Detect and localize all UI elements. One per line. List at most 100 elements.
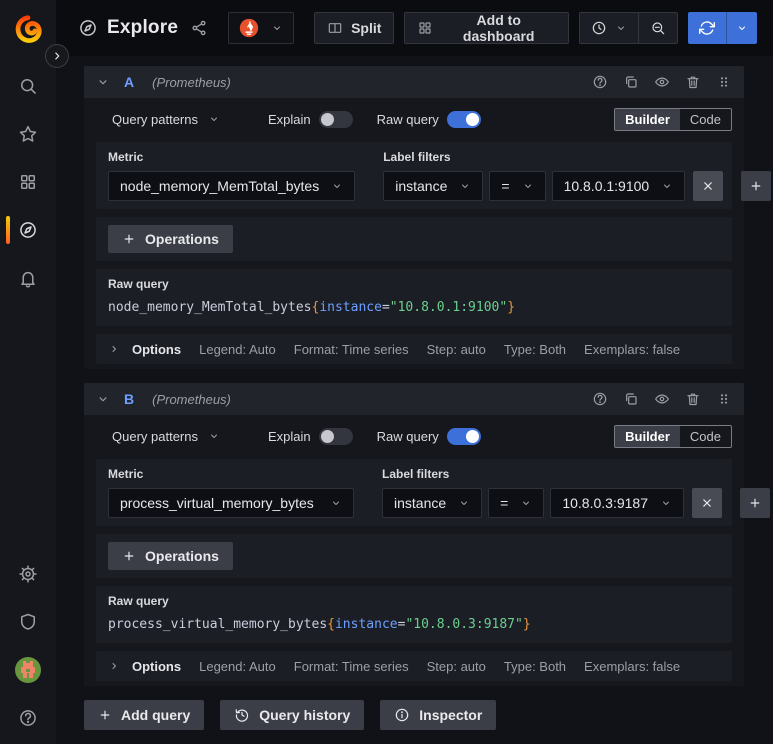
share-icon[interactable] — [190, 19, 208, 37]
collapse-chevron-icon[interactable] — [96, 75, 110, 89]
zoom-out-button[interactable] — [638, 13, 677, 43]
code-mode-option[interactable]: Code — [680, 109, 731, 130]
query-patterns-dropdown[interactable]: Query patterns — [112, 112, 220, 127]
inspector-button[interactable]: Inspector — [380, 700, 497, 730]
add-query-button[interactable]: Add query — [84, 700, 205, 730]
add-operation-button[interactable]: Operations — [108, 225, 233, 253]
filter-operator-select[interactable]: = — [489, 171, 546, 201]
options-row[interactable]: Options Legend: Auto Format: Time series… — [96, 651, 732, 681]
raw-query-toggle[interactable] — [446, 427, 481, 445]
filter-value-select[interactable]: 10.8.0.3:9187 — [550, 488, 684, 518]
raw-query-card: Raw query node_memory_MemTotal_bytes{ins… — [96, 269, 732, 326]
drag-handle-icon[interactable] — [716, 391, 732, 407]
remove-filter-button[interactable] — [693, 171, 724, 201]
chevron-down-icon — [736, 22, 748, 34]
chevron-down-icon — [208, 430, 220, 442]
sidebar-item-alerting[interactable] — [0, 262, 56, 294]
help-icon[interactable] — [592, 391, 608, 407]
chevron-right-icon — [108, 343, 120, 355]
raw-query-toggle-group: Raw query — [377, 427, 481, 445]
options-row[interactable]: Options Legend: Auto Format: Time series… — [96, 334, 732, 364]
add-filter-button[interactable] — [739, 488, 770, 518]
trash-icon[interactable] — [685, 391, 701, 407]
label-filter-row: instance = 10.8.0.1:9100 — [383, 171, 772, 201]
chevron-down-icon — [331, 180, 343, 192]
main-area: Explore Split Add to dashboard A (Promet… — [56, 0, 773, 744]
query-toolbar: Query patterns Explain Raw query Builder… — [96, 423, 732, 449]
grafana-explore-app: Explore Split Add to dashboard A (Promet… — [0, 0, 773, 744]
explain-toggle[interactable] — [318, 427, 353, 445]
split-button[interactable]: Split — [314, 12, 395, 44]
gear-icon — [18, 564, 38, 584]
split-label: Split — [351, 20, 382, 36]
sidebar-item-profile[interactable] — [0, 654, 56, 686]
duplicate-query-icon[interactable] — [623, 391, 639, 407]
query-history-button[interactable]: Query history — [220, 700, 365, 730]
sidebar-item-dashboards[interactable] — [0, 166, 56, 198]
dashboard-grid-icon — [417, 20, 433, 36]
explain-toggle[interactable] — [318, 110, 353, 128]
sidebar-expand-button[interactable] — [45, 44, 69, 68]
query-patterns-dropdown[interactable]: Query patterns — [112, 429, 220, 444]
help-icon[interactable] — [592, 74, 608, 90]
code-label-value: "10.8.0.3:9187" — [405, 617, 523, 632]
operations-card: Operations — [96, 534, 732, 578]
raw-query-toggle[interactable] — [446, 110, 481, 128]
sidebar-item-search[interactable] — [0, 70, 56, 102]
editor-mode-toggle: Builder Code — [614, 424, 732, 448]
sidebar-item-explore[interactable] — [0, 214, 56, 246]
option-step: Step: auto — [426, 341, 486, 357]
filter-value-select[interactable]: 10.8.0.1:9100 — [551, 171, 686, 201]
code-mode-option[interactable]: Code — [680, 426, 731, 447]
run-query-button[interactable] — [688, 12, 726, 44]
sidebar-item-admin[interactable] — [0, 606, 56, 638]
remove-filter-button[interactable] — [691, 488, 722, 518]
split-panes-icon — [327, 20, 343, 36]
datasource-picker[interactable] — [228, 12, 295, 44]
option-exemplars: Exemplars: false — [584, 658, 681, 674]
filter-key-select[interactable]: instance — [383, 171, 484, 201]
operations-label: Operations — [145, 231, 219, 247]
chevron-down-icon — [661, 180, 673, 192]
sidebar-item-configuration[interactable] — [0, 558, 56, 590]
label-filter-row: instance = 10.8.0.3:9187 — [382, 488, 770, 518]
sidebar-item-starred[interactable] — [0, 118, 56, 150]
collapse-chevron-icon[interactable] — [96, 392, 110, 406]
query-header[interactable]: B (Prometheus) — [84, 383, 744, 415]
chevron-down-icon — [208, 113, 220, 125]
chevron-down-icon — [330, 497, 342, 509]
page-title: Explore — [107, 17, 179, 38]
filter-key-select[interactable]: instance — [382, 488, 483, 518]
add-to-dashboard-button[interactable]: Add to dashboard — [404, 12, 569, 44]
eye-icon[interactable] — [654, 74, 670, 90]
filter-key-value: instance — [394, 495, 447, 511]
raw-query-text: process_virtual_memory_bytes{instance="1… — [108, 615, 720, 635]
builder-mode-option[interactable]: Builder — [615, 425, 680, 447]
filter-operator-select[interactable]: = — [488, 488, 545, 518]
zoom-out-icon — [650, 20, 666, 36]
add-operation-button[interactable]: Operations — [108, 542, 233, 570]
grafana-logo-icon[interactable] — [13, 14, 43, 44]
eye-icon[interactable] — [654, 391, 670, 407]
add-filter-button[interactable] — [741, 171, 772, 201]
explain-label: Explain — [268, 111, 311, 127]
refresh-interval-dropdown[interactable] — [726, 12, 757, 44]
query-datasource-hint: (Prometheus) — [152, 391, 231, 407]
trash-icon[interactable] — [685, 74, 701, 90]
explore-content: A (Prometheus) Query patterns Explain Ra… — [56, 56, 773, 730]
chevron-down-icon — [522, 180, 534, 192]
sidebar-item-help[interactable] — [0, 702, 56, 734]
metric-select[interactable]: node_memory_MemTotal_bytes — [108, 171, 356, 201]
help-circle-icon — [18, 708, 38, 728]
code-label-key: instance — [334, 617, 398, 632]
query-patterns-label: Query patterns — [112, 111, 198, 127]
metric-select[interactable]: process_virtual_memory_bytes — [108, 488, 354, 518]
query-actions — [592, 391, 734, 407]
run-query-control — [688, 12, 757, 44]
builder-mode-option[interactable]: Builder — [615, 108, 680, 130]
operations-label: Operations — [145, 548, 219, 564]
time-range-picker[interactable] — [580, 13, 638, 43]
duplicate-query-icon[interactable] — [623, 74, 639, 90]
query-header[interactable]: A (Prometheus) — [84, 66, 744, 98]
drag-handle-icon[interactable] — [716, 74, 732, 90]
